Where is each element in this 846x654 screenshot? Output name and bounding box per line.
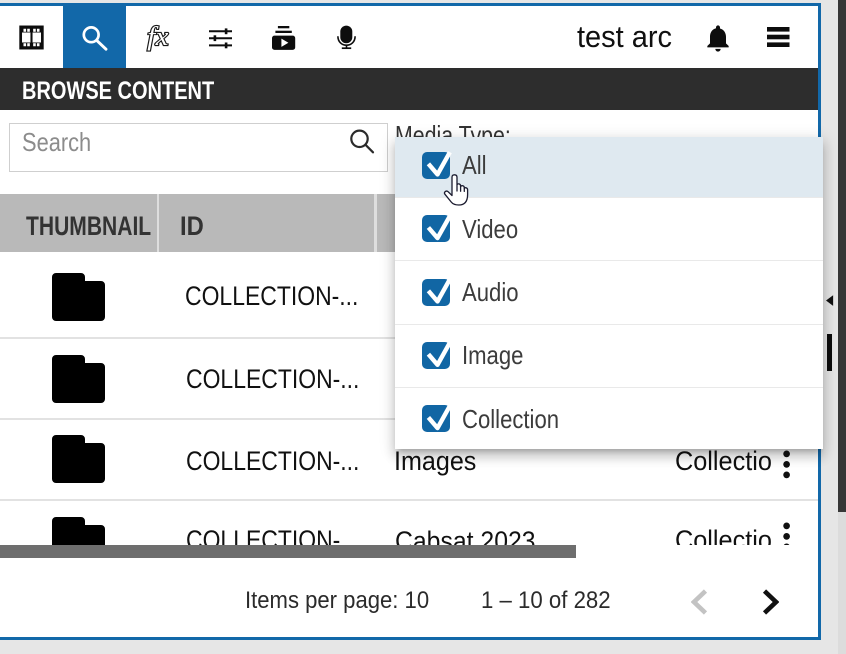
svg-text:fx: fx xyxy=(147,22,169,51)
